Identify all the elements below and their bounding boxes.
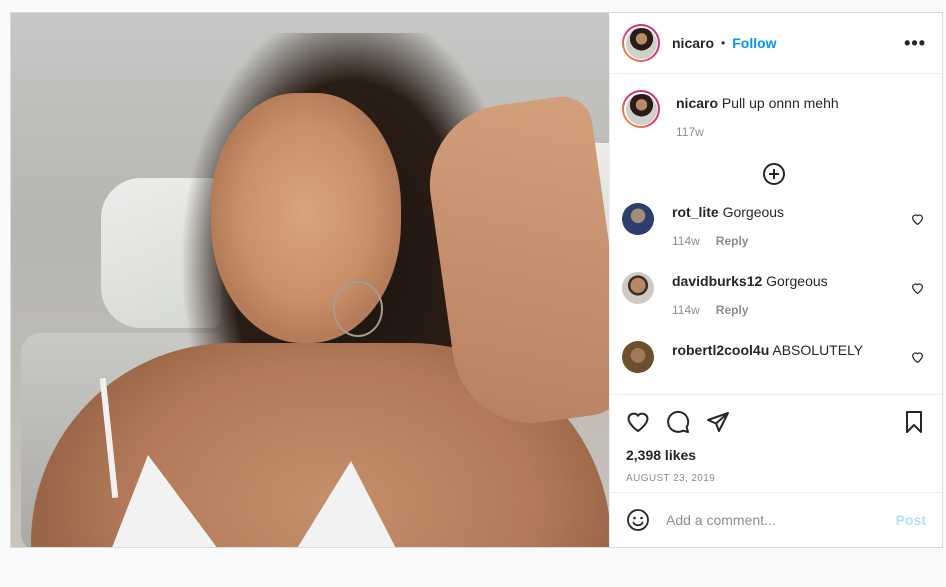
comment-username[interactable]: davidburks12: [672, 273, 762, 289]
comment-item: robertl2cool4u ABSOLUTELY: [622, 341, 926, 373]
comment-text: Gorgeous: [722, 204, 785, 220]
caption-avatar[interactable]: [622, 90, 660, 128]
comment-input[interactable]: [664, 511, 896, 529]
action-bar: 2,398 likes AUGUST 23, 2019: [610, 394, 942, 492]
like-comment-icon[interactable]: [911, 213, 924, 225]
post-photo[interactable]: [11, 13, 609, 547]
bookmark-icon[interactable]: [902, 410, 926, 434]
post-header: nicaro • Follow •••: [610, 13, 942, 74]
comment-text: ABSOLUTELY: [772, 342, 864, 358]
commenter-avatar[interactable]: [622, 203, 654, 235]
comment-age: 114w: [672, 234, 700, 248]
more-options-icon[interactable]: •••: [904, 33, 926, 54]
comment-text: Gorgeous: [766, 273, 828, 289]
comment-item: davidburks12 Gorgeous 114w Reply: [622, 272, 926, 319]
photo-earring: [333, 281, 383, 337]
add-comment-bar: Post: [610, 492, 942, 547]
post-date: AUGUST 23, 2019: [626, 473, 716, 484]
commenter-avatar[interactable]: [622, 272, 654, 304]
author-username[interactable]: nicaro: [672, 35, 714, 51]
caption-age: 117w: [676, 125, 704, 139]
load-more: [622, 163, 926, 185]
comments-list[interactable]: nicaro Pull up onnn mehh 117w rot_lite G…: [610, 74, 942, 394]
emoji-icon[interactable]: [626, 508, 650, 532]
like-comment-icon[interactable]: [911, 351, 924, 363]
separator-dot: •: [721, 36, 726, 50]
comment-icon[interactable]: [666, 410, 690, 434]
commenter-avatar[interactable]: [622, 341, 654, 373]
caption-username[interactable]: nicaro: [676, 95, 718, 111]
like-comment-icon[interactable]: [911, 282, 924, 294]
reply-button[interactable]: Reply: [716, 303, 749, 317]
comment-age: 114w: [672, 303, 700, 317]
reply-button[interactable]: Reply: [716, 234, 749, 248]
post-button[interactable]: Post: [896, 512, 926, 528]
comment-item: rot_lite Gorgeous 114w Reply: [622, 203, 926, 250]
caption: nicaro Pull up onnn mehh 117w: [622, 90, 926, 141]
load-more-comments-icon[interactable]: [763, 163, 785, 185]
heart-icon[interactable]: [626, 410, 650, 434]
follow-button[interactable]: Follow: [732, 35, 776, 51]
comment-username[interactable]: robertl2cool4u: [672, 342, 769, 358]
caption-text: Pull up onnn mehh: [721, 95, 839, 111]
author-avatar[interactable]: [622, 24, 660, 62]
likes-count[interactable]: 2,398 likes: [626, 447, 926, 463]
post-card: nicaro • Follow ••• nicaro Pull up onnn …: [10, 12, 943, 548]
side-panel: nicaro • Follow ••• nicaro Pull up onnn …: [609, 13, 942, 547]
share-icon[interactable]: [706, 410, 730, 434]
comment-username[interactable]: rot_lite: [672, 204, 719, 220]
